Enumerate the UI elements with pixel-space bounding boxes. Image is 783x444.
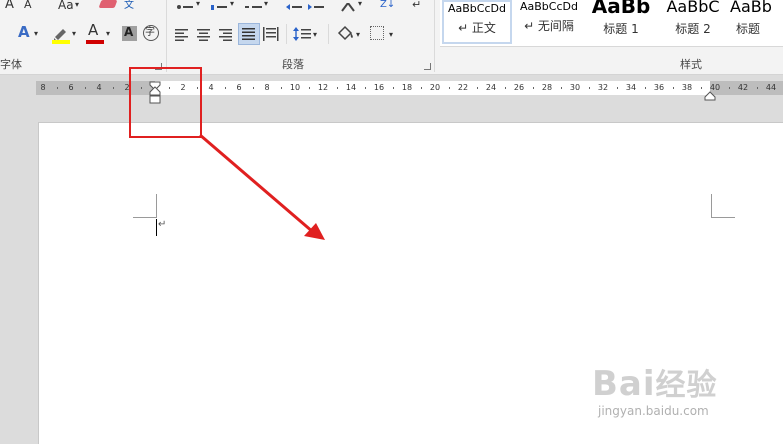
watermark-url: jingyan.baidu.com: [598, 404, 709, 418]
watermark: Bai经验 jingyan.baidu.com: [592, 360, 777, 440]
watermark-logo: Bai经验: [592, 364, 718, 404]
